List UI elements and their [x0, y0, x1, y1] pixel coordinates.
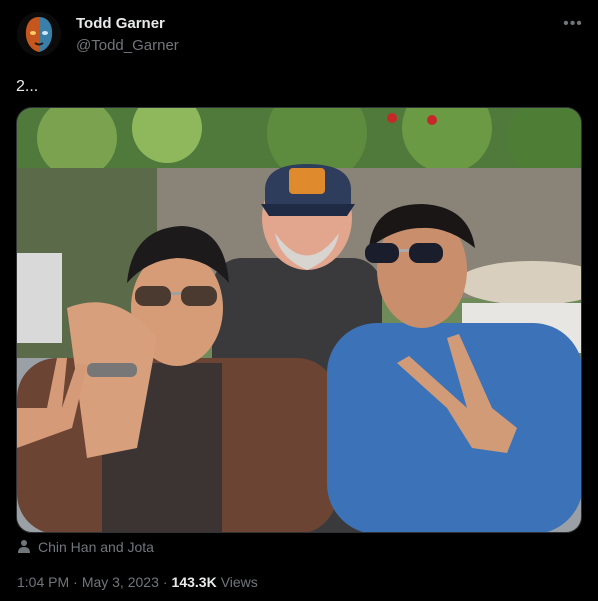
tweet-date[interactable]: May 3, 2023 [82, 574, 159, 590]
more-horizontal-icon: ••• [563, 15, 583, 32]
more-options-button[interactable]: ••• [560, 14, 586, 34]
avatar-image [17, 12, 61, 56]
tweet-photo[interactable] [16, 107, 582, 533]
author-name[interactable]: Todd Garner [76, 15, 165, 32]
tweet-text: 2... [16, 78, 39, 95]
author-handle[interactable]: @Todd_Garner [76, 37, 179, 54]
views-count: 143.3K [171, 574, 217, 590]
views-label: Views [220, 574, 258, 590]
meta-separator: · [73, 574, 78, 590]
tweet-time[interactable]: 1:04 PM [17, 574, 69, 590]
tweet-meta: 1:04 PM · May 3, 2023 · 143.3K Views [17, 574, 258, 590]
tagged-users[interactable]: Chin Han and Jota [17, 538, 154, 556]
meta-separator: · [162, 574, 168, 590]
photo-image [17, 108, 581, 532]
tagged-names[interactable]: Chin Han and Jota [38, 539, 154, 555]
author-avatar[interactable] [17, 12, 61, 56]
person-icon [17, 539, 31, 556]
